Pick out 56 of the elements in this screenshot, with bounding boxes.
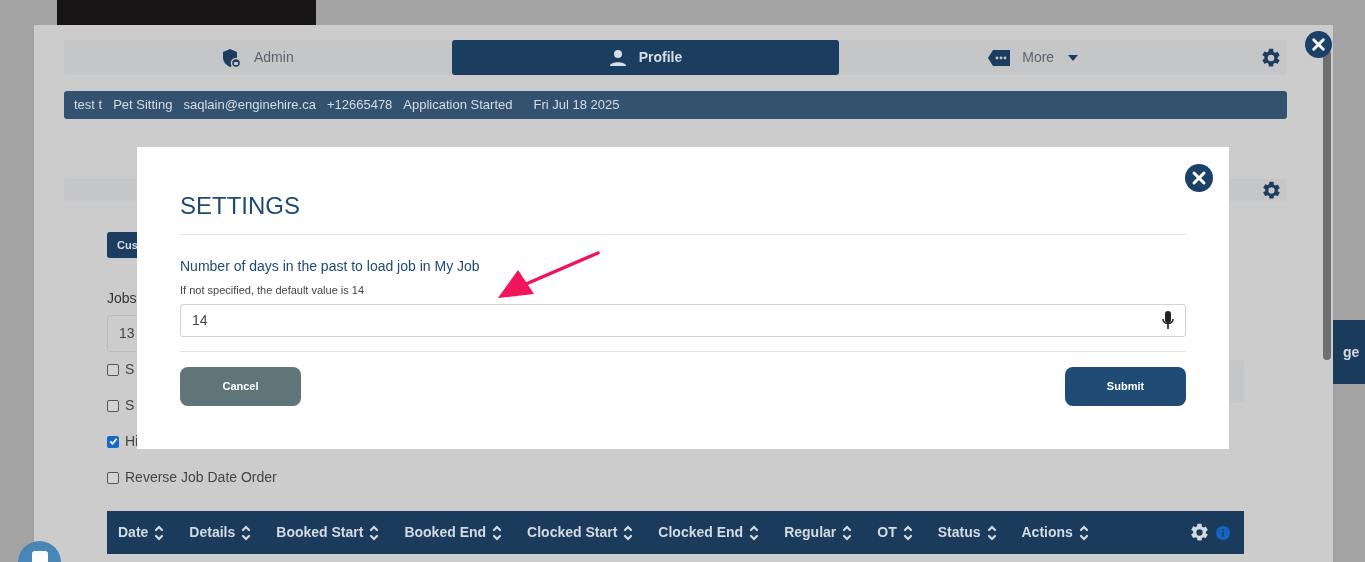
sort-icon[interactable] xyxy=(154,523,165,542)
microphone-icon[interactable] xyxy=(1162,310,1174,330)
settings-icon[interactable] xyxy=(1189,522,1210,543)
dialog-title: SETTINGS xyxy=(180,191,301,221)
sort-icon[interactable] xyxy=(492,523,503,542)
column-header[interactable]: Actions xyxy=(1021,522,1073,543)
side-card xyxy=(1229,360,1244,403)
info-text: Application Started xyxy=(403,96,513,115)
caret-icon xyxy=(1068,54,1079,61)
info-text: Pet Sitting xyxy=(113,96,173,115)
close-icon[interactable] xyxy=(1185,164,1213,192)
info-text: test t xyxy=(74,96,103,115)
sort-icon[interactable] xyxy=(749,523,760,542)
tag-icon xyxy=(988,49,1011,66)
tab[interactable]: Profile xyxy=(451,40,840,75)
column-header[interactable]: Status xyxy=(937,522,981,543)
settings-icon[interactable] xyxy=(1260,46,1282,69)
column-header[interactable]: ge xyxy=(1343,341,1360,363)
sort-icon[interactable] xyxy=(241,523,252,542)
column-header[interactable]: Booked End xyxy=(404,522,487,543)
field-label: Jobs xyxy=(107,289,137,308)
field-label: Number of days in the past to load job in My Job xyxy=(180,257,481,276)
checkbox[interactable] xyxy=(107,435,119,448)
column-header[interactable]: Regular xyxy=(784,522,837,543)
sort-icon[interactable] xyxy=(902,523,913,542)
cancel-button[interactable]: Cancel xyxy=(180,366,301,406)
shield-icon xyxy=(222,47,242,68)
info-text: +12665478 xyxy=(326,96,393,115)
column-header[interactable]: OT xyxy=(877,522,897,543)
checkbox-label: S xyxy=(125,396,135,415)
sort-icon[interactable] xyxy=(623,523,634,542)
column-header[interactable]: Clocked Start xyxy=(527,522,618,543)
submit-button[interactable]: Submit xyxy=(1065,366,1186,406)
info-text: Fri Jul 18 2025 xyxy=(533,96,620,115)
chat-icon xyxy=(31,551,48,562)
sort-icon[interactable] xyxy=(369,523,380,542)
checkbox-label: Hi xyxy=(125,432,139,451)
checkbox[interactable] xyxy=(107,471,119,484)
info-text: saqlain@enginehire.ca xyxy=(183,96,316,115)
checkbox[interactable] xyxy=(107,363,119,376)
person-icon xyxy=(608,48,627,67)
sort-icon[interactable] xyxy=(842,523,853,542)
close-icon[interactable] xyxy=(1305,31,1332,58)
sort-icon[interactable] xyxy=(986,523,997,542)
column-header[interactable]: Details xyxy=(189,522,236,543)
column-header[interactable]: Booked Start xyxy=(276,522,364,543)
sort-icon[interactable] xyxy=(1078,523,1089,542)
days-input-field[interactable]: 14 xyxy=(180,303,1186,337)
checkbox[interactable] xyxy=(107,399,119,412)
checkbox-label: Reverse Job Date Order xyxy=(125,468,277,487)
settings-icon[interactable] xyxy=(1261,179,1282,201)
field-hint: If not specified, the default value is 14 xyxy=(180,283,366,298)
column-header[interactable]: Clocked End xyxy=(658,522,744,543)
column-header[interactable]: Date xyxy=(118,522,149,543)
tab[interactable]: More xyxy=(839,40,1227,75)
checkbox-label: S xyxy=(125,360,135,379)
